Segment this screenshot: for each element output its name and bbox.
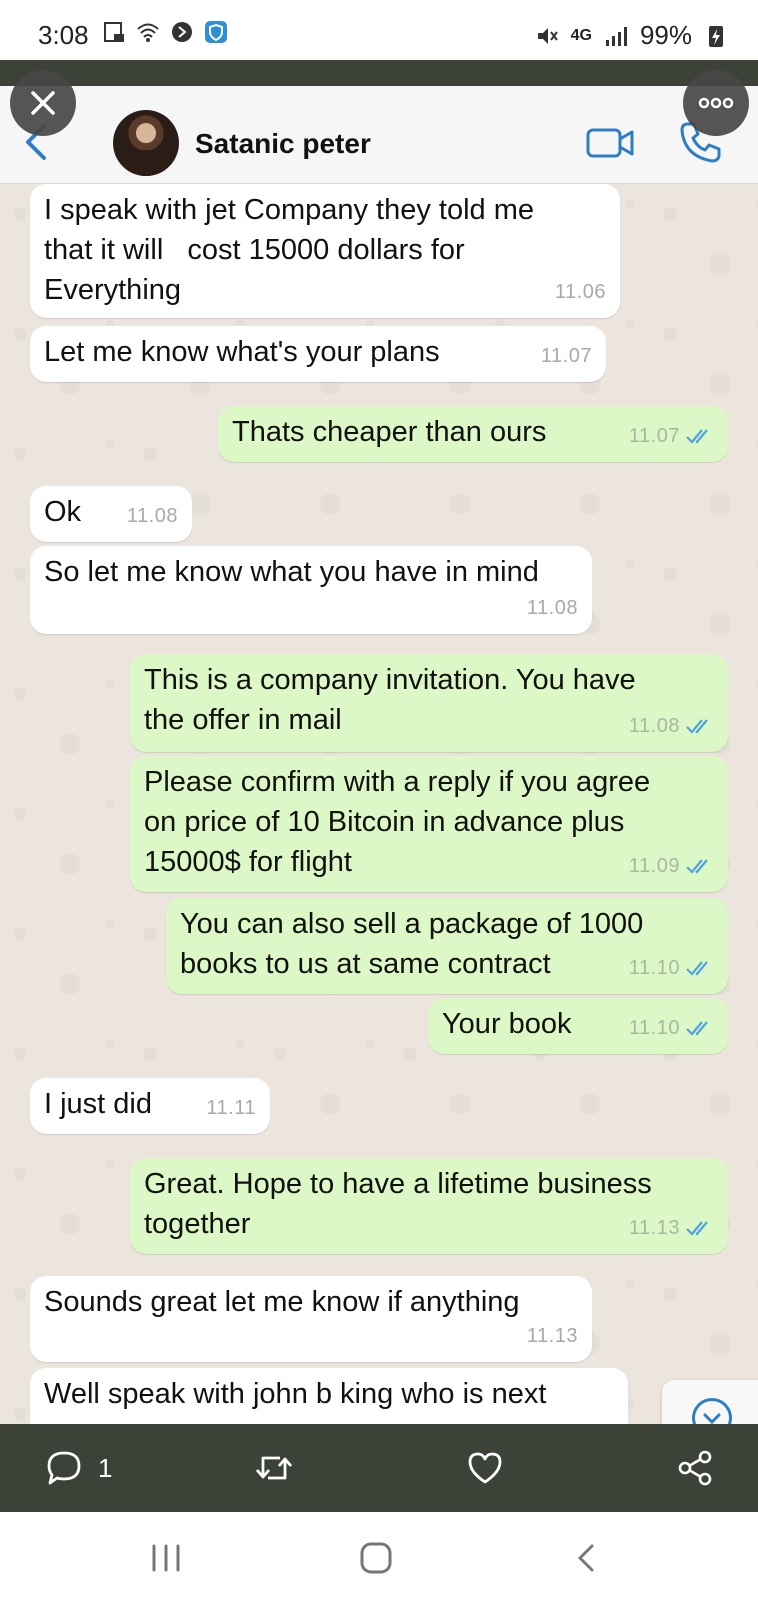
message-bubble-incoming[interactable]: Ok 11.08 (30, 486, 192, 542)
retweet-icon (255, 1456, 293, 1480)
message-text: I speak with jet Company they told me th… (44, 194, 535, 306)
system-navigation-bar (0, 1512, 758, 1600)
chevron-down-icon (692, 1398, 732, 1424)
signal-icon (605, 26, 627, 46)
message-bubble-incoming[interactable]: Sounds great let me know if anything 11.… (30, 1276, 592, 1362)
message-bubble-incoming[interactable]: Well speak with john b king who is next (30, 1368, 628, 1424)
message-time-group: 11.09 (629, 846, 714, 886)
message-bubble-incoming[interactable]: So let me know what you have in mind 11.… (30, 546, 592, 634)
message-bubble-incoming[interactable]: I just did 11.11 (30, 1078, 270, 1134)
message-bubble-outgoing[interactable]: You can also sell a package of 1000 book… (166, 898, 728, 994)
message-time: 11.08 (628, 715, 680, 737)
scroll-to-bottom-button[interactable] (662, 1380, 758, 1424)
retweet-button[interactable] (254, 1446, 294, 1490)
message-text: Let me know what's your plans (44, 336, 440, 368)
message-time-group: 11.13 (629, 1208, 714, 1248)
wifi-icon (137, 23, 159, 42)
security-shield-icon (205, 21, 227, 43)
mute-icon (537, 27, 558, 44)
close-icon (31, 91, 55, 115)
like-button[interactable] (466, 1446, 504, 1490)
contact-avatar[interactable] (113, 110, 179, 176)
back-icon[interactable] (568, 1540, 608, 1576)
message-bubble-outgoing[interactable]: Great. Hope to have a lifetime business … (130, 1158, 728, 1254)
status-right-group: 4G 99% (535, 20, 728, 51)
message-bubble-incoming[interactable]: I speak with jet Company they told me th… (30, 184, 620, 318)
message-text: Sounds great let me know if anything (44, 1286, 520, 1318)
message-bubble-outgoing[interactable]: Thats cheaper than ours 11.07 (218, 406, 728, 462)
reply-button[interactable]: 1 (46, 1446, 112, 1490)
message-time: 11.07 (540, 345, 592, 367)
message-time: 11.11 (206, 1097, 256, 1119)
post-action-bar: 1 (0, 1424, 758, 1512)
chat-header: Satanic peter (0, 86, 758, 184)
message-text: Well speak with john b king who is next (44, 1378, 547, 1410)
video-call-icon[interactable] (586, 126, 634, 160)
message-bubble-incoming[interactable]: Let me know what's your plans 11.07 (30, 326, 606, 382)
message-time: 11.07 (628, 425, 680, 447)
read-ticks-icon (686, 719, 708, 734)
contact-name[interactable]: Satanic peter (195, 128, 371, 160)
read-ticks-icon (686, 1221, 708, 1236)
message-time: 11.08 (526, 597, 578, 619)
heart-icon (468, 1452, 502, 1484)
battery-charging-icon (709, 25, 723, 47)
status-time: 3:08 (38, 20, 89, 50)
message-time-group: 11.08 (629, 706, 714, 746)
battery-percent: 99% (639, 20, 692, 50)
message-text: So let me know what you have in mind (44, 556, 539, 588)
comment-icon (47, 1451, 81, 1485)
read-ticks-icon (686, 961, 708, 976)
recent-apps-icon[interactable] (146, 1540, 186, 1576)
app-notification-icon (172, 22, 192, 42)
message-bubble-outgoing[interactable]: Your book 11.10 (428, 998, 728, 1054)
read-ticks-icon (686, 1021, 708, 1036)
message-bubble-outgoing[interactable]: Please confirm with a reply if you agree… (130, 756, 728, 892)
status-notification-icons (102, 20, 228, 44)
message-time: 11.06 (554, 281, 606, 303)
message-time: 11.08 (126, 505, 178, 527)
message-time-group: 11.07 (629, 416, 714, 456)
message-time: 11.13 (628, 1217, 680, 1239)
message-time-group: 11.10 (629, 948, 714, 988)
more-dots-icon (698, 97, 734, 109)
top-dark-strip (0, 60, 758, 86)
chat-messages-area[interactable]: I speak with jet Company they told me th… (0, 184, 758, 1424)
more-options-button[interactable] (683, 70, 749, 136)
message-time: 11.10 (628, 1017, 680, 1039)
read-ticks-icon (686, 429, 708, 444)
message-time: 11.09 (628, 855, 680, 877)
message-time: 11.13 (526, 1325, 578, 1347)
screenshot-icon (104, 22, 124, 42)
home-icon[interactable] (356, 1540, 396, 1576)
reply-count: 1 (98, 1452, 113, 1483)
share-button[interactable] (676, 1446, 714, 1490)
close-overlay-button[interactable] (10, 70, 76, 136)
message-bubble-outgoing[interactable]: This is a company invitation. You have t… (130, 654, 728, 752)
message-time: 11.10 (628, 957, 680, 979)
status-bar: 3:08 4G 99% (0, 0, 758, 60)
share-icon (678, 1450, 712, 1486)
network-type-label: 4G (570, 26, 592, 44)
message-time-group: 11.10 (629, 1008, 714, 1048)
read-ticks-icon (686, 859, 708, 874)
